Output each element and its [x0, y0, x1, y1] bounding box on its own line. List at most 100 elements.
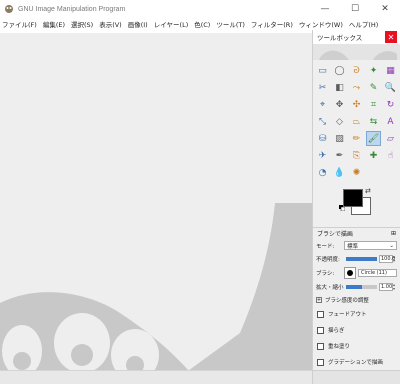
fade-out-option[interactable]: フェードアウト — [313, 306, 400, 322]
mode-label: モード: — [316, 243, 335, 250]
jitter-checkbox[interactable] — [317, 326, 324, 334]
tool-smudge-icon[interactable]: ☝ — [383, 148, 398, 163]
toolbox-close-button[interactable]: ✕ — [385, 31, 397, 43]
menu-view[interactable]: 表示(V) — [99, 19, 122, 29]
tool-measure-icon[interactable]: ⌖ — [315, 97, 330, 112]
tool-airbrush-icon[interactable]: ✈ — [315, 148, 330, 163]
size-slider[interactable] — [346, 284, 377, 289]
tool-pencil-icon[interactable]: ✏ — [349, 131, 364, 146]
incremental-label: 重ね塗り — [328, 344, 351, 350]
opacity-spinner[interactable]: ▴ ▾ — [393, 254, 397, 263]
brush-name-field[interactable]: Circle (11) — [358, 268, 397, 277]
brush-row: ブラシ: Circle (11) — [313, 265, 400, 280]
menu-filters[interactable]: フィルター(R) — [251, 19, 293, 29]
title-bar: GNU Image Manipulation Program — ☐ ✕ — [0, 0, 400, 18]
tool-zoom-icon[interactable]: 🔍 — [383, 80, 398, 95]
foreground-color-swatch[interactable] — [343, 189, 363, 207]
tool-heal-icon[interactable]: ✚ — [366, 148, 381, 163]
menu-windows[interactable]: ウィンドウ(W) — [299, 19, 343, 29]
menu-tools[interactable]: ツール(T) — [216, 19, 245, 29]
menu-help[interactable]: ヘルプ(H) — [349, 19, 378, 29]
size-spinner[interactable]: ▴ ▾ — [393, 282, 397, 291]
empty-canvas[interactable] — [0, 33, 312, 384]
size-label: 拡大・縮小: — [316, 284, 344, 291]
tool-options-title: ブラシで描画 — [317, 231, 353, 238]
tool-align-icon[interactable]: ✣ — [349, 97, 364, 112]
tool-color-select-icon[interactable]: ▦ — [383, 63, 398, 78]
opacity-row: 不透明度: 100.0 ▴ ▾ — [313, 252, 400, 265]
tool-move-icon[interactable]: ✥ — [332, 97, 347, 112]
restore-options-icon[interactable]: ⊞ — [391, 230, 396, 237]
opacity-value[interactable]: 100.0 — [379, 254, 395, 263]
menu-colors[interactable]: 色(C) — [194, 19, 210, 29]
menu-layer[interactable]: レイヤー(L) — [154, 19, 189, 29]
incremental-option[interactable]: 重ね塗り — [313, 338, 400, 354]
tool-shear-icon[interactable]: ◇ — [332, 114, 347, 129]
opacity-slider[interactable] — [346, 256, 377, 261]
tool-scissors-icon[interactable]: ✂ — [315, 80, 330, 95]
menu-file[interactable]: ファイル(F) — [2, 19, 37, 29]
tool-foreground-select-icon[interactable]: ◧ — [332, 80, 347, 95]
jitter-label: 揺らぎ — [328, 328, 345, 334]
tool-warp-icon[interactable]: ✺ — [349, 165, 364, 180]
chevron-down-icon: ⌄ — [389, 242, 394, 249]
tool-perspective-icon[interactable]: ⏢ — [349, 114, 364, 129]
gradient-checkbox[interactable] — [317, 358, 324, 366]
menu-bar: ファイル(F) 編集(E) 選択(S) 表示(V) 画像(I) レイヤー(L) … — [0, 17, 400, 30]
toolbox-titlebar[interactable]: ツールボックス ✕ — [313, 30, 400, 44]
tool-rotate-icon[interactable]: ↻ — [383, 97, 398, 112]
expand-icon: + — [316, 296, 322, 303]
tool-paths-icon[interactable]: ⤳ — [349, 80, 364, 95]
size-value[interactable]: 1.00 — [379, 282, 393, 291]
window-title: GNU Image Manipulation Program — [18, 5, 126, 13]
maximize-button[interactable]: ☐ — [340, 0, 370, 18]
wilber-drop-area[interactable] — [313, 44, 400, 60]
gimp-window: GNU Image Manipulation Program — ☐ ✕ ファイ… — [0, 0, 400, 384]
mode-select[interactable]: 標準 ⌄ — [344, 241, 397, 250]
tool-rect-select-icon[interactable]: ▭ — [315, 63, 330, 78]
swap-colors-icon[interactable]: ⇄ — [365, 187, 371, 195]
tool-clone-icon[interactable]: ⎘ — [349, 148, 364, 163]
brush-preview[interactable] — [344, 266, 356, 279]
menu-edit[interactable]: 編集(E) — [43, 19, 65, 29]
close-button[interactable]: ✕ — [370, 0, 400, 18]
tool-bucket-fill-icon[interactable]: ⛁ — [315, 131, 330, 146]
gradient-option[interactable]: グラデーションで描画 — [313, 354, 400, 370]
tool-free-select-icon[interactable]: ᘐ — [349, 63, 364, 78]
gradient-label: グラデーションで描画 — [328, 360, 383, 366]
wilber-icon — [319, 50, 397, 60]
opacity-slider-fill — [346, 256, 377, 261]
tool-flip-icon[interactable]: ⇆ — [366, 114, 381, 129]
tool-ellipse-select-icon[interactable]: ◯ — [332, 63, 347, 78]
tool-blend-icon[interactable]: ▨ — [332, 131, 347, 146]
tool-ink-icon[interactable]: ✒ — [332, 148, 347, 163]
size-row: 拡大・縮小: 1.00 ▴ ▾ — [313, 280, 400, 293]
tool-grid: ▭ ◯ ᘐ ✦ ▦ ✂ ◧ ⤳ ✎ 🔍 ⌖ ✥ ✣ ⌗ ↻ ⤡ ◇ ⏢ ⇆ A ⛁ ▨ ✏ 🖌 ▱ ✈ ✒ ⎘ ✚ ☝ ◔ 💧 ✺ — [313, 60, 400, 183]
minimize-button[interactable]: — — [310, 0, 340, 18]
tool-paintbrush-icon[interactable]: 🖌 — [366, 131, 381, 146]
incremental-checkbox[interactable] — [317, 342, 324, 350]
toolbox-bottom-bar — [313, 370, 400, 384]
tool-color-picker-icon[interactable]: ✎ — [366, 80, 381, 95]
tool-blur-sharpen-icon[interactable]: 💧 — [332, 165, 347, 180]
tool-fuzzy-select-icon[interactable]: ✦ — [366, 63, 381, 78]
tool-scale-icon[interactable]: ⤡ — [315, 114, 330, 129]
jitter-option[interactable]: 揺らぎ — [313, 322, 400, 338]
toolbox-panel: ツールボックス ✕ ▭ ◯ ᘐ ✦ ▦ ✂ ◧ ⤳ ✎ 🔍 ⌖ ✥ ✣ ⌗ ↻ ⤡ ◇ ⏢ ⇆ A ⛁ ▨ ✏ 🖌 ▱ ✈ ✒ ⎘ ✚ ☝… — [312, 30, 400, 384]
tool-text-icon[interactable]: A — [383, 114, 398, 129]
canvas-status-bar — [0, 370, 312, 384]
color-area: ⇄ — [313, 183, 400, 227]
menu-image[interactable]: 画像(I) — [128, 19, 148, 29]
wilber-watermark — [0, 203, 312, 384]
tool-eraser-icon[interactable]: ▱ — [383, 131, 398, 146]
brush-label: ブラシ: — [316, 270, 335, 277]
fade-out-label: フェードアウト — [328, 312, 367, 318]
brush-dot-icon — [347, 269, 353, 276]
fade-out-checkbox[interactable] — [317, 310, 324, 318]
gimp-app-icon — [5, 5, 13, 13]
tool-crop-icon[interactable]: ⌗ — [366, 97, 381, 112]
tool-dodge-burn-icon[interactable]: ◔ — [315, 165, 330, 180]
dynamics-expander[interactable]: + ブラシ感度の調整 — [313, 293, 400, 306]
menu-select[interactable]: 選択(S) — [71, 19, 93, 29]
mode-row: モード: 標準 ⌄ — [313, 239, 400, 252]
